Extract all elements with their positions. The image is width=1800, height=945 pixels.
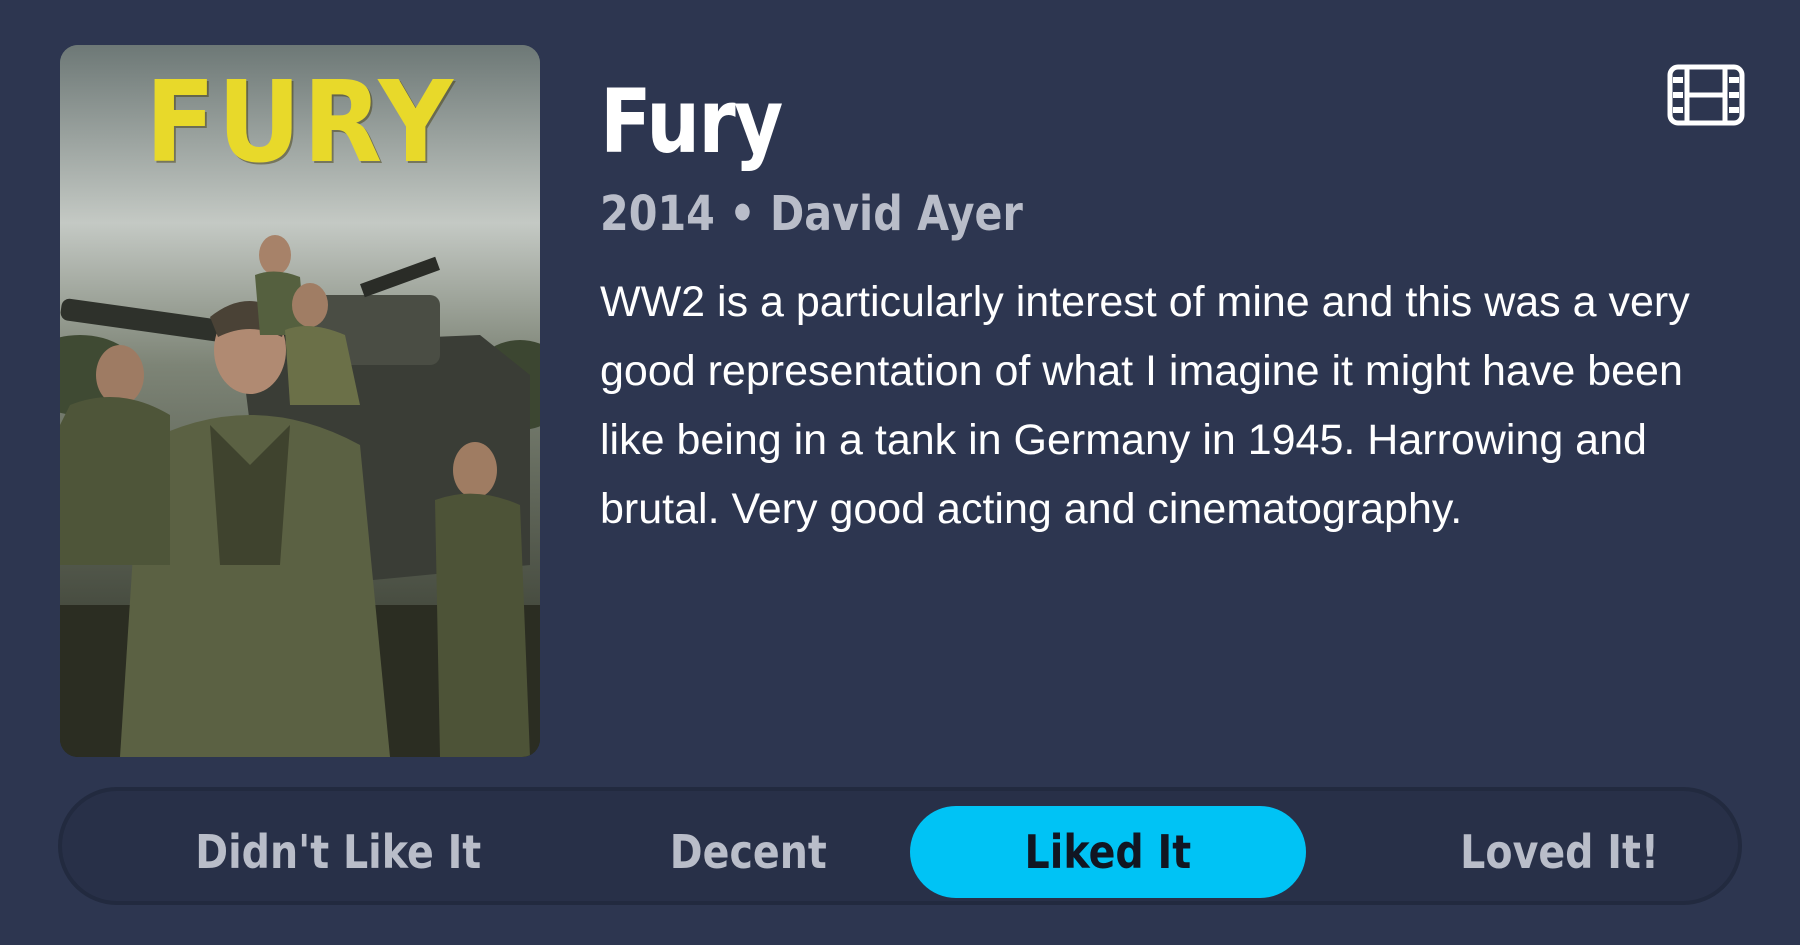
rating-option-label: Liked It — [1024, 825, 1192, 879]
rating-option-label: Decent — [669, 825, 827, 879]
poster-title-text: FURY — [145, 58, 455, 188]
rating-didnt-like-it[interactable]: Didn't Like It — [138, 806, 538, 898]
film-icon[interactable] — [1667, 64, 1745, 126]
movie-year-director: 2014 • David Ayer — [600, 186, 1023, 242]
rating-liked-it[interactable]: Liked It — [910, 806, 1306, 898]
rating-decent[interactable]: Decent — [548, 806, 948, 898]
review-text: WW2 is a particularly interest of mine a… — [600, 278, 1690, 533]
rating-option-label: Didn't Like It — [195, 825, 481, 879]
movie-title: Fury — [600, 70, 783, 173]
rating-segmented-control: Didn't Like It Decent Liked It Loved It! — [58, 787, 1742, 905]
rating-option-label: Loved It! — [1460, 825, 1660, 879]
rating-loved-it[interactable]: Loved It! — [1360, 806, 1760, 898]
movie-poster[interactable]: FURY — [60, 45, 540, 757]
